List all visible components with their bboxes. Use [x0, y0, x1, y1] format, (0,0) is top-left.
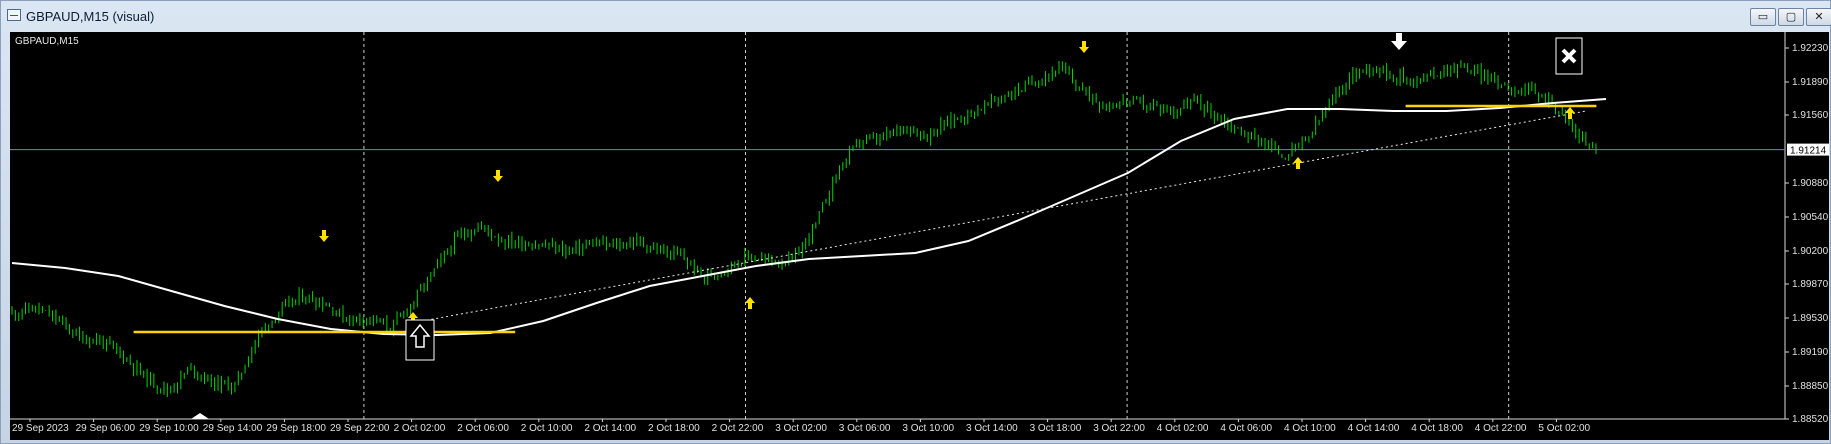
close-button[interactable]: ✕ — [1806, 8, 1831, 26]
time-tick-label: 3 Oct 06:00 — [839, 423, 891, 434]
arrow-down-icon — [319, 230, 329, 242]
time-tick-label: 4 Oct 14:00 — [1348, 423, 1400, 434]
time-tick-label: 4 Oct 10:00 — [1284, 423, 1336, 434]
time-tick-label: 4 Oct 18:00 — [1411, 423, 1463, 434]
time-tick-label: 5 Oct 02:00 — [1538, 423, 1590, 434]
arrow-up-icon — [745, 297, 755, 309]
price-tick-label: 1.91890 — [1792, 77, 1829, 88]
time-tick-label: 4 Oct 22:00 — [1475, 423, 1527, 434]
time-tick-label: 29 Sep 06:00 — [76, 423, 136, 434]
sell-signal-icon — [1391, 33, 1407, 50]
entry-marker-icon — [191, 413, 209, 419]
price-tick-label: 1.90200 — [1792, 246, 1829, 257]
current-price-label: 1.91214 — [1790, 146, 1827, 157]
arrow-up-icon — [1293, 157, 1303, 169]
time-tick-label: 2 Oct 14:00 — [584, 423, 636, 434]
chart-window-icon — [7, 9, 21, 21]
time-tick-label: 4 Oct 06:00 — [1220, 423, 1272, 434]
window-title: GBPAUD,M15 (visual) — [26, 9, 155, 24]
price-tick-label: 1.91560 — [1792, 110, 1829, 121]
time-tick-label: 2 Oct 18:00 — [648, 423, 700, 434]
price-chart[interactable]: 1.92230 1.91890 1.91560 1.90880 1.90540 1.902… — [10, 32, 1829, 440]
price-tick-label: 1.92230 — [1792, 43, 1829, 54]
price-tick-label: 1.88520 — [1792, 414, 1829, 425]
chart-window: GBPAUD,M15 (visual) ▭ ▢ ✕ 1.92230 1.91890… — [0, 0, 1831, 444]
arrow-down-icon — [493, 170, 503, 182]
price-tick-label: 1.89190 — [1792, 347, 1829, 358]
time-tick-label: 3 Oct 18:00 — [1030, 423, 1082, 434]
trendline — [416, 110, 1587, 323]
chart-canvas[interactable]: 1.92230 1.91890 1.91560 1.90880 1.90540 1.902… — [10, 32, 1829, 440]
time-tick-label: 4 Oct 02:00 — [1157, 423, 1209, 434]
time-tick-label: 29 Sep 14:00 — [203, 423, 263, 434]
time-tick-label: 29 Sep 18:00 — [266, 423, 326, 434]
moving-average-line — [11, 98, 1607, 337]
title-bar[interactable]: GBPAUD,M15 (visual) ▭ ▢ ✕ — [1, 1, 1831, 31]
restore-button[interactable]: ▢ — [1778, 8, 1804, 26]
price-tick-label: 1.90540 — [1792, 212, 1829, 223]
time-tick-label: 29 Sep 2023 — [12, 423, 69, 434]
time-tick-label: 29 Sep 22:00 — [330, 423, 390, 434]
minimize-button[interactable]: ▭ — [1750, 8, 1776, 26]
time-tick-label: 29 Sep 10:00 — [139, 423, 199, 434]
arrow-down-icon — [1079, 41, 1089, 53]
time-tick-label: 3 Oct 02:00 — [775, 423, 827, 434]
time-tick-label: 3 Oct 22:00 — [1093, 423, 1145, 434]
price-tick-label: 1.89870 — [1792, 279, 1829, 290]
time-tick-label: 2 Oct 10:00 — [521, 423, 573, 434]
time-tick-label: 2 Oct 02:00 — [394, 423, 446, 434]
price-tick-label: 1.90880 — [1792, 178, 1829, 189]
arrow-up-icon — [1565, 107, 1575, 119]
symbol-label: GBPAUD,M15 — [15, 36, 79, 47]
time-tick-label: 2 Oct 06:00 — [457, 423, 509, 434]
time-tick-label: 2 Oct 22:00 — [712, 423, 764, 434]
price-tick-label: 1.88850 — [1792, 381, 1829, 392]
time-tick-label: 3 Oct 14:00 — [966, 423, 1018, 434]
time-tick-label: 3 Oct 10:00 — [902, 423, 954, 434]
price-tick-label: 1.89530 — [1792, 313, 1829, 324]
